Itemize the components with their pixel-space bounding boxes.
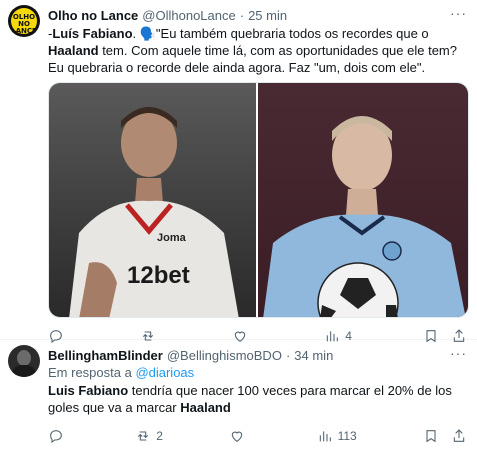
text-bold-name: Luis Fabiano [48, 383, 129, 398]
separator-dot: · [285, 347, 291, 363]
timestamp[interactable]: 25 min [248, 8, 287, 23]
tweet[interactable]: ··· BellinghamBlinder @BellinghismoBDO ·… [0, 340, 477, 465]
text-bold-name: Haaland [180, 400, 231, 415]
player-photo-illustration: Joma 12bet [69, 107, 239, 317]
separator-dot: · [239, 7, 245, 23]
author-handle[interactable]: @BellinghismoBDO [167, 348, 282, 363]
reply-button[interactable] [48, 428, 69, 444]
text-segment: . 🗣️"Eu também quebraria todos os record… [132, 26, 429, 41]
jersey-brand-text: Joma [157, 232, 187, 244]
share-button[interactable] [451, 428, 467, 444]
jersey-sponsor-text: 12bet [127, 262, 190, 289]
views-count: 113 [337, 429, 357, 443]
text-bold-name: Luís Fabiano [52, 26, 133, 41]
text-bold-name: Haaland [48, 43, 99, 58]
reply-context: Em resposta a @diarioas [48, 364, 467, 381]
avatar[interactable] [8, 345, 40, 377]
tweet-media[interactable]: Joma 12bet [48, 82, 469, 318]
timestamp[interactable]: 34 min [294, 348, 333, 363]
author-name[interactable]: BellinghamBlinder [48, 348, 163, 363]
bookmark-button[interactable] [423, 428, 439, 444]
photo-haaland[interactable] [256, 83, 468, 317]
player-photo-illustration [263, 116, 466, 317]
retweet-icon [138, 431, 149, 441]
heart-icon [232, 431, 243, 442]
text-segment: tem. Com aquele time lá, com as oportuni… [48, 43, 457, 75]
views-button[interactable]: 113 [317, 428, 357, 444]
tweet[interactable]: OLHO NO LANCE ··· Olho no Lance @Ollhono… [0, 0, 477, 344]
retweet-button[interactable]: 2 [135, 428, 163, 444]
avatar[interactable]: OLHO NO LANCE [8, 5, 40, 37]
reply-icon [50, 430, 62, 444]
reply-to-link[interactable]: @diarioas [135, 365, 194, 380]
bookmark-icon [426, 430, 436, 443]
tweet-text: Luis Fabiano tendría que nacer 100 veces… [48, 382, 467, 416]
retweet-count: 2 [156, 429, 163, 443]
like-button[interactable] [229, 428, 250, 444]
author-handle[interactable]: @OllhonoLance [142, 8, 235, 23]
reply-prefix: Em resposta a [48, 365, 136, 380]
author-name[interactable]: Olho no Lance [48, 8, 138, 23]
tweet-text: -Luís Fabiano. 🗣️"Eu também quebraria to… [48, 25, 467, 76]
tweet-actions: 2 113 [48, 426, 467, 446]
photo-luis-fabiano[interactable]: Joma 12bet [49, 83, 256, 317]
avatar-body [12, 365, 36, 377]
views-icon [319, 431, 331, 442]
avatar-logo-text: OLHO NO LANCE [11, 13, 37, 35]
more-options-icon[interactable]: ··· [450, 5, 467, 21]
avatar-face [17, 350, 31, 366]
more-options-icon[interactable]: ··· [450, 345, 467, 361]
share-icon [453, 429, 465, 442]
